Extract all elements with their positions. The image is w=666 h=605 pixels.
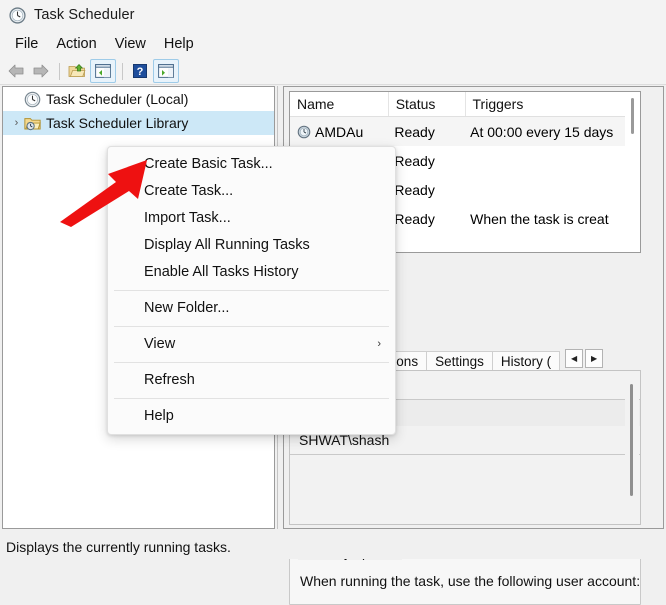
folder-clock-icon (24, 115, 41, 132)
window-left-pane-icon (95, 64, 111, 78)
show-hide-console-tree-button[interactable] (90, 59, 116, 83)
title-bar: Task Scheduler (0, 0, 666, 31)
menu-item-enable-all-tasks-history[interactable]: Enable All Tasks History (108, 259, 395, 286)
tab-scroll-right-button[interactable]: ▶ (585, 349, 603, 368)
tree-expander-chevron-icon[interactable]: › (9, 117, 24, 129)
tab-history[interactable]: History ( (492, 351, 560, 371)
menu-item-import-task[interactable]: Import Task... (108, 205, 395, 232)
scrollbar-thumb[interactable] (630, 384, 633, 496)
right-arrow-icon (32, 64, 50, 78)
menu-action[interactable]: Action (47, 34, 105, 54)
menu-item-create-task[interactable]: Create Task... (108, 178, 395, 205)
status-bar: Displays the currently running tasks. (0, 535, 666, 559)
clock-icon (24, 91, 41, 108)
task-status-cell: Ready (387, 211, 463, 227)
toolbar-separator-1 (59, 63, 60, 80)
menu-view[interactable]: View (106, 34, 155, 54)
column-header-status[interactable]: Status (389, 92, 466, 116)
task-status-cell: Ready (387, 153, 463, 169)
tab-scroll-buttons: ◀ ▶ (563, 349, 603, 368)
task-scheduler-window: Task Scheduler File Action View Help (0, 0, 666, 559)
task-name-cell: AMDAu (290, 124, 387, 140)
up-one-level-button[interactable] (65, 60, 89, 82)
column-header-triggers[interactable]: Triggers (466, 92, 640, 116)
menu-separator (114, 326, 389, 327)
table-row[interactable]: AMDAu Ready At 00:00 every 15 days (290, 117, 640, 146)
security-options-text: When running the task, use the following… (300, 573, 640, 589)
tab-scroll-left-button[interactable]: ◀ (565, 349, 583, 368)
tab-settings[interactable]: Settings (426, 351, 493, 371)
status-bar-text: Displays the currently running tasks. (0, 539, 231, 555)
folder-up-icon (68, 63, 86, 79)
menu-file[interactable]: File (6, 34, 47, 54)
task-status-cell: Ready (387, 124, 463, 140)
forward-button[interactable] (29, 60, 53, 82)
toolbar: ? (0, 58, 666, 85)
task-list-header: Name Status Triggers (290, 92, 640, 117)
menu-item-view[interactable]: View › (108, 331, 395, 358)
tree-item-task-scheduler-library[interactable]: › Task Scheduler Library (3, 111, 274, 135)
clock-icon (297, 125, 311, 139)
back-button[interactable] (4, 60, 28, 82)
menu-item-refresh[interactable]: Refresh (108, 367, 395, 394)
context-menu[interactable]: Create Basic Task... Create Task... Impo… (107, 146, 396, 435)
menu-item-label: View (144, 331, 175, 358)
left-arrow-icon (7, 64, 25, 78)
svg-text:?: ? (137, 66, 144, 78)
menu-separator (114, 362, 389, 363)
menu-item-create-basic-task[interactable]: Create Basic Task... (108, 151, 395, 178)
task-triggers-cell: At 00:00 every 15 days (463, 124, 640, 140)
menu-help[interactable]: Help (155, 34, 203, 54)
help-button[interactable]: ? (128, 60, 152, 82)
detail-empty-area (290, 455, 640, 499)
menu-bar: File Action View Help (0, 30, 666, 58)
menu-separator (114, 290, 389, 291)
show-hide-action-pane-button[interactable] (153, 59, 179, 83)
window-title: Task Scheduler (34, 7, 135, 23)
toolbar-separator-2 (122, 63, 123, 80)
question-mark-icon: ? (133, 64, 147, 78)
tree-item-task-scheduler-local[interactable]: Task Scheduler (Local) (3, 87, 274, 111)
tree-item-label: Task Scheduler Library (46, 115, 188, 131)
task-name-text: AMDAu (315, 124, 363, 140)
column-header-name[interactable]: Name (290, 92, 389, 116)
clock-icon (9, 7, 26, 24)
detail-scrollbar[interactable] (625, 372, 639, 523)
task-triggers-cell: When the task is creat (463, 211, 640, 227)
tree-item-label: Task Scheduler (Local) (46, 91, 188, 107)
chevron-right-icon: › (377, 331, 381, 358)
menu-item-new-folder[interactable]: New Folder... (108, 295, 395, 322)
task-status-cell: Ready (387, 182, 463, 198)
menu-item-help[interactable]: Help (108, 403, 395, 430)
task-list-scrollbar[interactable] (625, 92, 640, 252)
menu-item-display-all-running-tasks[interactable]: Display All Running Tasks (108, 232, 395, 259)
menu-separator (114, 398, 389, 399)
window-right-pane-icon (158, 64, 174, 78)
scrollbar-thumb[interactable] (631, 98, 634, 134)
security-options-group: Security options When running the task, … (289, 553, 641, 605)
